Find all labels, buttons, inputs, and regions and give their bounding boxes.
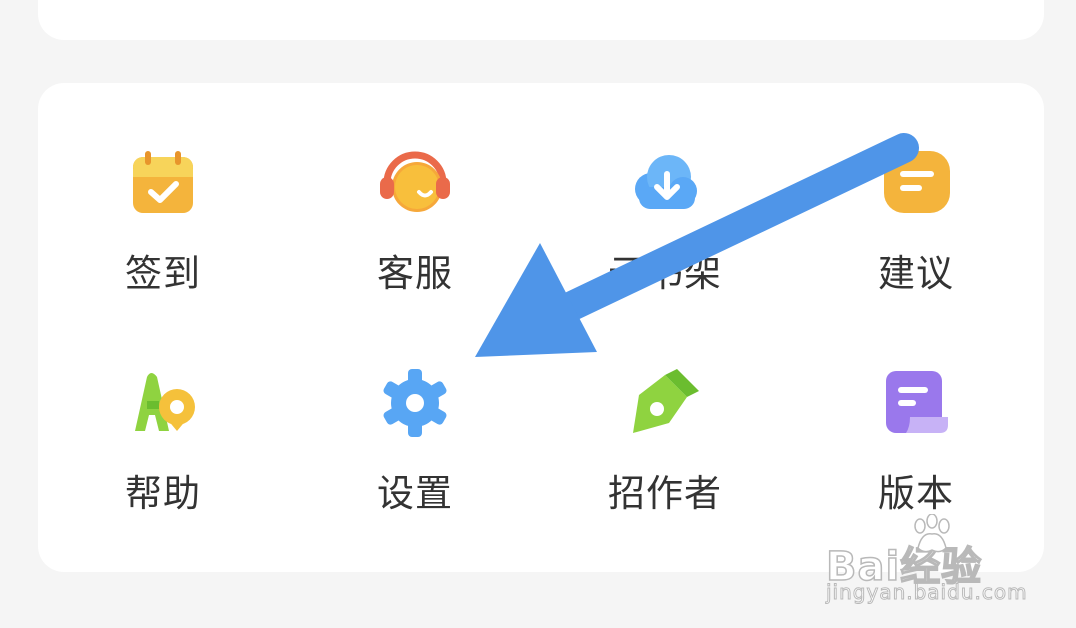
watermark-site: jingyan.baidu.com — [826, 580, 1028, 605]
menu-card: 签到 客服 云书架 建议 帮助 设置 招作者 版本 — [38, 83, 1044, 572]
menu-item-help[interactable]: 帮助 — [63, 367, 263, 547]
headset-icon — [379, 147, 451, 219]
menu-item-label: 云书架 — [608, 252, 722, 295]
cloud-download-icon — [629, 147, 701, 219]
menu-item-label: 客服 — [377, 252, 453, 295]
menu-item-recruit-author[interactable]: 招作者 — [565, 367, 765, 547]
baidu-watermark: Bai经验 jingyan.baidu.com — [825, 512, 1028, 612]
menu-item-label: 签到 — [125, 252, 201, 295]
calendar-check-icon — [127, 147, 199, 219]
menu-item-label: 帮助 — [125, 472, 201, 515]
menu-item-label: 设置 — [377, 472, 453, 515]
menu-item-cloud-shelf[interactable]: 云书架 — [565, 147, 765, 327]
pen-nib-icon — [629, 367, 701, 439]
top-card — [38, 0, 1044, 40]
message-icon — [880, 147, 952, 219]
menu-item-label: 版本 — [878, 472, 954, 515]
menu-item-label: 招作者 — [608, 472, 722, 515]
menu-item-service[interactable]: 客服 — [315, 147, 515, 327]
menu-item-checkin[interactable]: 签到 — [63, 147, 263, 327]
gear-icon — [379, 367, 451, 439]
document-icon — [880, 367, 952, 439]
menu-item-settings[interactable]: 设置 — [315, 367, 515, 547]
paw-icon — [910, 513, 954, 558]
menu-item-suggestion[interactable]: 建议 — [816, 147, 1016, 327]
menu-item-label: 建议 — [878, 252, 954, 295]
help-icon — [127, 367, 199, 439]
